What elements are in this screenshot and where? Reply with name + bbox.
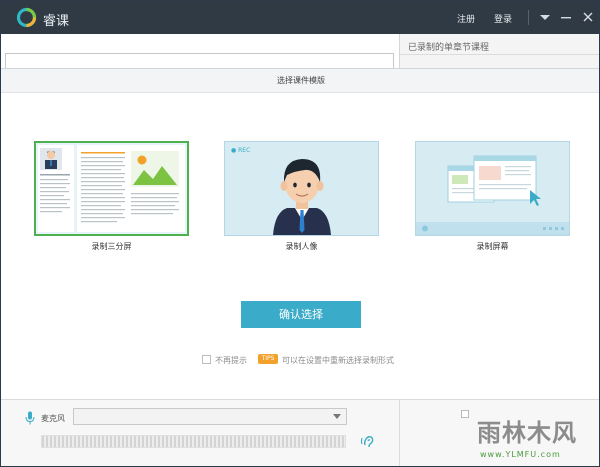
watermark-url: www.YLMFU.com	[480, 450, 561, 459]
dialog-header: 选择课件模版	[1, 69, 599, 93]
dialog-title: 选择课件模版	[277, 76, 325, 85]
bottom-divider	[399, 400, 400, 466]
tip-text: 可以在设置中重新选择录制形式	[282, 356, 394, 365]
minimize-icon[interactable]	[559, 10, 573, 24]
screen-recording-thumbnail	[416, 155, 569, 235]
dropdown-icon[interactable]	[538, 10, 552, 24]
microphone-label: 麦克风	[41, 414, 65, 423]
option-screen-recording[interactable]	[415, 141, 570, 236]
title-bar: 睿课 注册 登录	[1, 1, 599, 34]
panel-divider	[400, 54, 599, 55]
microphone-volume-meter	[41, 435, 346, 448]
option-portrait[interactable]: ● REC	[224, 141, 379, 236]
register-link[interactable]: 注册	[457, 12, 475, 25]
portrait-thumbnail: ● REC	[231, 147, 331, 235]
titlebar-divider	[528, 10, 529, 25]
tips-badge: TIPS	[258, 354, 278, 364]
template-select-dialog: 选择课件模版 录制三分屏 ● REC 录制人像 录制屏幕 确认选择 不再提示 T…	[1, 68, 599, 399]
close-icon[interactable]	[581, 10, 595, 24]
watermark: 雨林木风 www.YLMFU.com	[471, 409, 597, 465]
option-three-split-label: 录制三分屏	[91, 242, 132, 251]
recorded-courses-label: 已录制的单章节课程	[408, 43, 490, 53]
chevron-down-icon	[333, 414, 341, 419]
watermark-text: 雨林木风	[477, 419, 577, 447]
three-split-thumbnail	[38, 145, 185, 232]
ear-listen-icon[interactable]	[360, 433, 376, 449]
microphone-icon	[25, 411, 35, 425]
no-remind-label: 不再提示	[215, 356, 247, 365]
recorded-courses-panel: 已录制的单章节课程	[399, 34, 599, 72]
confirm-selection-button[interactable]: 确认选择	[241, 301, 361, 328]
no-remind-checkbox[interactable]	[202, 355, 211, 364]
login-link[interactable]: 登录	[494, 12, 512, 25]
app-logo-icon	[16, 7, 37, 28]
app-name: 睿课	[43, 14, 70, 29]
option-screen-recording-label: 录制屏幕	[476, 242, 509, 251]
rec-badge: ● REC	[231, 147, 250, 154]
option-checkbox[interactable]	[461, 410, 469, 418]
microphone-select[interactable]	[73, 408, 347, 425]
option-portrait-label: 录制人像	[285, 242, 318, 251]
app-window: 睿课 注册 登录 已录制的单章节课程 选择课件模版 录制三分屏 ● REC 录制…	[0, 0, 600, 467]
option-three-split-screen[interactable]	[34, 141, 189, 236]
